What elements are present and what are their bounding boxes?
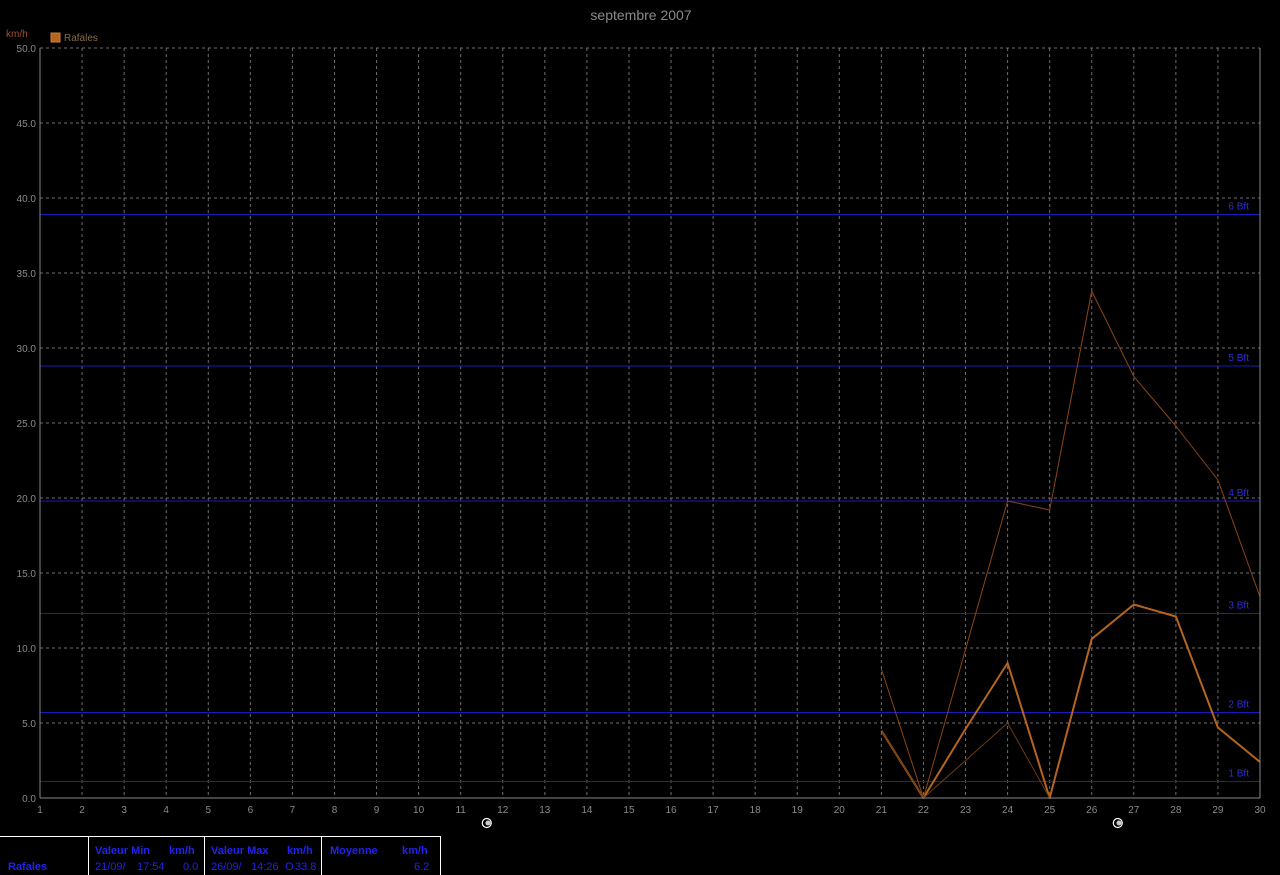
x-tick-label: 3 xyxy=(121,805,127,816)
stats-series-label: Rafales xyxy=(8,861,48,873)
x-tick-label: 26 xyxy=(1086,805,1098,816)
x-tick-label: 7 xyxy=(290,805,296,816)
y-tick-label: 30.0 xyxy=(17,344,37,355)
y-tick-label: 50.0 xyxy=(17,44,37,55)
x-tick-label: 8 xyxy=(332,805,338,816)
beaufort-label: 3 Bft xyxy=(1228,601,1249,612)
x-tick-label: 5 xyxy=(205,805,211,816)
x-tick-label: 12 xyxy=(497,805,509,816)
stats-min-cell: Valeur Min km/h 21/09/ 17:54 0.0 xyxy=(89,837,205,875)
x-tick-label: 28 xyxy=(1170,805,1182,816)
stats-max-dir: O xyxy=(285,861,294,873)
moon-icon-fill xyxy=(485,820,491,826)
x-tick-label: 11 xyxy=(455,805,466,816)
stats-avg-header: Moyenne xyxy=(330,845,378,857)
stats-min-value: 0.0 xyxy=(183,861,199,873)
x-tick-label: 6 xyxy=(248,805,254,816)
stats-min-date: 21/09/ xyxy=(95,861,126,873)
x-tick-label: 4 xyxy=(163,805,169,816)
x-tick-label: 2 xyxy=(79,805,85,816)
y-tick-label: 45.0 xyxy=(17,119,37,130)
stats-avg-cell: Moyenne km/h 6.2 xyxy=(322,837,441,875)
moon-icon-fill xyxy=(1116,820,1122,826)
moon-icon xyxy=(481,817,492,829)
y-tick-label: 25.0 xyxy=(17,419,37,430)
beaufort-label: 2 Bft xyxy=(1228,700,1249,711)
stats-series-cell: Rafales xyxy=(0,837,89,875)
x-tick-label: 16 xyxy=(665,805,677,816)
stats-table: Rafales Valeur Min km/h 21/09/ 17:54 0.0… xyxy=(0,836,441,875)
x-tick-label: 15 xyxy=(623,805,635,816)
stats-avg-value: 6.2 xyxy=(414,861,430,873)
x-tick-label: 9 xyxy=(374,805,380,816)
beaufort-label: 6 Bft xyxy=(1228,202,1249,213)
x-tick-label: 20 xyxy=(834,805,846,816)
x-tick-label: 25 xyxy=(1044,805,1056,816)
legend-label: Rafales xyxy=(64,33,98,44)
stats-min-unit: km/h xyxy=(169,845,195,857)
beaufort-label: 5 Bft xyxy=(1228,353,1249,364)
y-axis-unit: km/h xyxy=(6,29,28,40)
moon-icon xyxy=(1112,817,1123,829)
stats-max-value: 33.8 xyxy=(295,861,317,873)
chart: septembre 2007 km/h Rafales 1 Bft 2 Bft 3 … xyxy=(6,7,1266,829)
x-tick-label: 27 xyxy=(1128,805,1140,816)
stats-min-time: 17:54 xyxy=(137,861,165,873)
chart-title: septembre 2007 xyxy=(590,7,691,23)
x-tick-label: 29 xyxy=(1212,805,1224,816)
stats-min-header: Valeur Min xyxy=(95,845,151,857)
x-tick-label: 13 xyxy=(539,805,551,816)
stats-max-unit: km/h xyxy=(287,845,313,857)
y-tick-label: 35.0 xyxy=(17,269,37,280)
stats-max-header: Valeur Max xyxy=(211,845,269,857)
legend-swatch xyxy=(50,32,61,43)
y-tick-label: 40.0 xyxy=(17,194,37,205)
beaufort-label: 1 Bft xyxy=(1228,769,1249,780)
x-tick-label: 19 xyxy=(792,805,804,816)
x-tick-label: 18 xyxy=(750,805,762,816)
x-tick-label: 24 xyxy=(1002,805,1014,816)
y-tick-label: 10.0 xyxy=(17,644,37,655)
x-tick-label: 14 xyxy=(581,805,593,816)
x-tick-label: 1 xyxy=(37,805,43,816)
x-tick-label: 30 xyxy=(1254,805,1266,816)
x-tick-label: 22 xyxy=(918,805,930,816)
stats-max-cell: Valeur Max km/h 26/09/ 14:26 O 33.8 xyxy=(205,837,322,875)
beaufort-label: 4 Bft xyxy=(1228,488,1249,499)
x-tick-label: 10 xyxy=(413,805,425,816)
y-tick-label: 20.0 xyxy=(17,494,37,505)
y-tick-label: 0.0 xyxy=(22,794,36,805)
stats-max-date: 26/09/ xyxy=(211,861,242,873)
stats-avg-unit: km/h xyxy=(402,845,428,857)
x-tick-label: 21 xyxy=(876,805,888,816)
x-tick-label: 23 xyxy=(960,805,972,816)
y-tick-label: 15.0 xyxy=(17,569,37,580)
x-tick-label: 17 xyxy=(708,805,720,816)
stats-max-time: 14:26 xyxy=(251,861,279,873)
series-line xyxy=(880,603,1261,799)
y-tick-label: 5.0 xyxy=(22,719,36,730)
